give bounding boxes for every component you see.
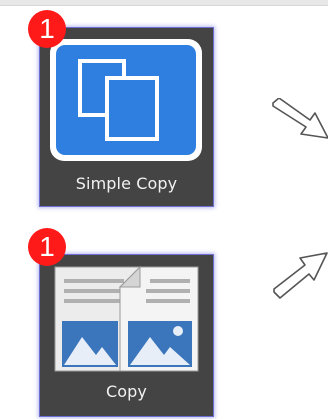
badge-count: 1 [28, 10, 66, 48]
simple-copy-label: Simple Copy [75, 174, 178, 193]
copy-icon [54, 265, 199, 372]
arrow-right-down-icon [272, 98, 328, 139]
top-strip [0, 0, 328, 6]
copy-tile[interactable]: Copy [40, 255, 213, 416]
copy-label: Copy [106, 382, 147, 401]
simple-copy-tile[interactable]: Simple Copy [40, 28, 213, 206]
screen: Simple Copy 1 Copy 1 [0, 0, 328, 419]
simple-copy-icon [50, 39, 202, 161]
badge-count: 1 [28, 228, 66, 266]
arrow-right-up-icon [273, 252, 328, 299]
